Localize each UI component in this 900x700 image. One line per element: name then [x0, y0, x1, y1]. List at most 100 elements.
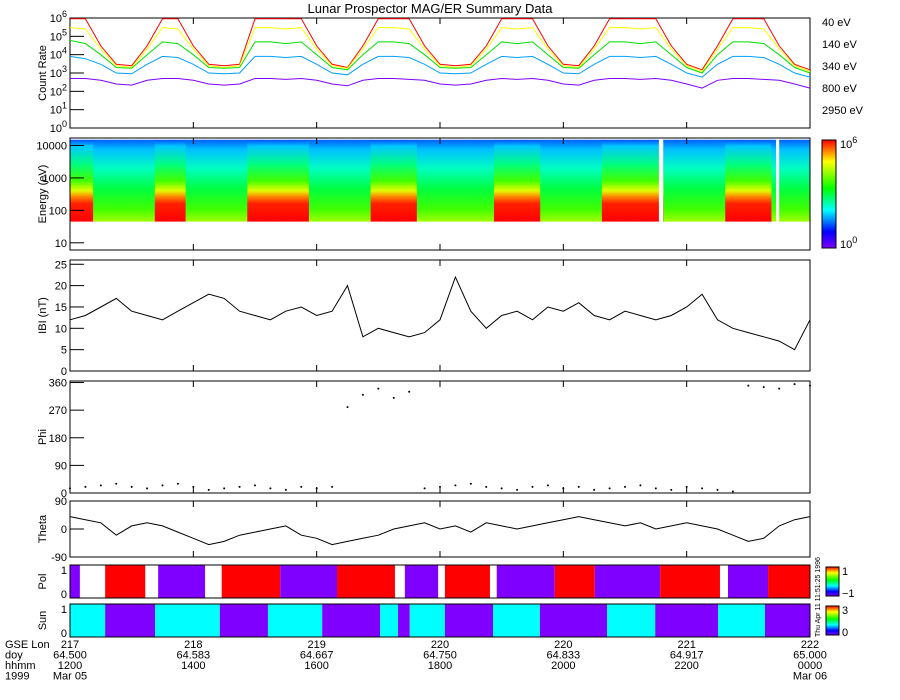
spectrogram-column [139, 139, 156, 222]
phi-point [454, 484, 457, 487]
colorbar [821, 139, 837, 249]
spectrogram-column [154, 139, 171, 222]
y-tick-label: 103 [50, 64, 67, 80]
y-tick-label: 25 [55, 259, 67, 271]
count-rate-ylabel: Count Rate [37, 45, 49, 101]
spectrogram-column [416, 139, 433, 222]
pol-segment [337, 565, 395, 598]
y-tick-label: 180 [49, 433, 67, 445]
summary-figure: Lunar Prospector MAG/ER Summary Data Cou… [5, 1, 864, 683]
phi-point [500, 487, 503, 490]
spectrogram-column [216, 139, 233, 222]
spectrogram-column [802, 139, 811, 222]
spectrogram-column [524, 139, 541, 222]
phi-point [531, 485, 534, 488]
spectrogram-column [262, 139, 279, 222]
tick-base: 10 [840, 139, 852, 151]
y-tick-label: 100 [50, 119, 67, 135]
phi-point [331, 485, 334, 488]
phi-point [762, 386, 765, 389]
tick-base: 10 [50, 105, 62, 117]
spectrogram-column [401, 139, 418, 222]
y-tick-label: 360 [49, 378, 67, 390]
y-tick-label: 270 [49, 405, 67, 417]
tick-exponent: 6 [852, 135, 857, 145]
tick-exponent: 5 [62, 27, 67, 37]
time-tick-label: 2200 [674, 660, 698, 672]
y-tick-label: 20 [55, 281, 67, 293]
count-rate-line-4 [70, 77, 811, 89]
y-tick-label: 1 [61, 565, 67, 577]
spectrogram-column [370, 139, 387, 222]
bmag-line [69, 275, 811, 351]
spectrogram-column [663, 139, 680, 222]
y-tick-label: 105 [50, 27, 67, 43]
spectrogram-column [108, 139, 125, 222]
phi-point [269, 487, 272, 490]
spectrogram-gap [776, 138, 780, 250]
phi-point [392, 396, 395, 399]
tick-exponent: 0 [852, 235, 857, 245]
phi-point [485, 485, 488, 488]
pol-segment [70, 565, 80, 598]
spectrogram-column [571, 139, 587, 222]
spectrogram-column [586, 139, 603, 222]
y-tick-label: 15 [55, 302, 67, 314]
phi-point [562, 487, 565, 490]
phi-point [469, 482, 472, 485]
sun-segment [219, 604, 268, 637]
bmag-ylabel: IBI (nT) [37, 297, 49, 334]
tick-exponent: 4 [62, 46, 67, 56]
spectrogram-column [231, 139, 248, 222]
sun-segment [155, 604, 220, 637]
y-tick-label: 101 [50, 101, 67, 117]
phi-point [747, 384, 750, 387]
phi-point [423, 487, 426, 490]
y-tick-label: 5 [61, 345, 67, 357]
timestamp: Thu Apr 11 11:51:25 1996 [815, 557, 822, 637]
phi-point [69, 487, 71, 490]
spectrogram-column [694, 139, 711, 222]
sun-segment [764, 604, 810, 637]
phi-point [284, 488, 287, 491]
colorbar-label: 0 [842, 627, 848, 639]
phi-point [146, 487, 149, 490]
sun-segment [380, 604, 399, 637]
tick-exponent: 2 [62, 82, 67, 92]
y-tick-label: 1 [61, 604, 67, 616]
bmag-panel [69, 259, 811, 372]
time-tick-label: 2000 [551, 660, 575, 672]
tick-base: 10 [50, 31, 62, 43]
time-tick-label: Mar 06 [793, 671, 827, 683]
phi-panel [69, 380, 811, 494]
phi-point [778, 387, 781, 390]
spectrogram-column [170, 139, 187, 222]
y-tick-label: 10 [55, 238, 67, 250]
spectrogram-column [447, 139, 464, 222]
spectrogram-column [786, 139, 803, 222]
tick-exponent: 3 [62, 64, 67, 74]
pol-ylabel: Pol [37, 574, 49, 590]
phi-point [361, 393, 364, 396]
phi-point [315, 487, 318, 490]
pol-segment [444, 565, 490, 598]
colorbar-label: 1 [842, 566, 848, 578]
y-tick-label: 10000 [36, 140, 67, 152]
phi-point [161, 484, 164, 487]
tick-base: 10 [840, 239, 852, 251]
phi-point [223, 487, 226, 490]
phi-point [593, 488, 596, 491]
sun-segment [105, 604, 156, 637]
y-tick-label: 90 [55, 496, 67, 508]
spectrogram-column [77, 139, 94, 222]
count-rate-line-0 [70, 18, 811, 71]
tick-base: 10 [50, 50, 62, 62]
y-tick-label: 90 [55, 460, 67, 472]
y-tick-label: 100 [49, 205, 67, 217]
phi-point [716, 488, 719, 491]
sun-colorbar [825, 605, 840, 636]
phi-point [608, 487, 611, 490]
phi-point [377, 387, 380, 390]
sun-segment [70, 604, 106, 637]
spectrogram-column [493, 139, 510, 222]
